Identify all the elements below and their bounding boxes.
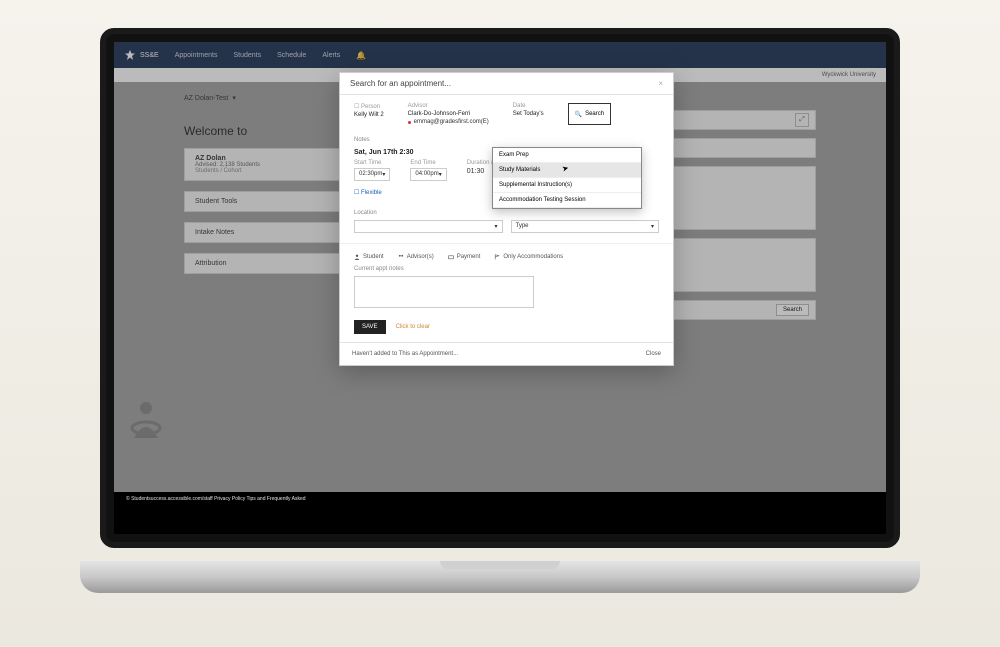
action-row: SAVE Click to clear [354, 320, 659, 334]
end-time-label: End Time [410, 160, 446, 166]
date-value: Set Today’s [513, 111, 544, 117]
type-select[interactable]: Type ▾ [511, 220, 660, 233]
laptop-notch [440, 561, 560, 569]
caret-icon: ▾ [494, 223, 497, 230]
search-icon: 🔍 [575, 111, 582, 118]
tab-label: Payment [457, 254, 481, 260]
tab-accommodations[interactable]: Only Accommodations [494, 254, 563, 260]
start-time-label: Start Time [354, 160, 390, 166]
people-icon [398, 254, 404, 260]
tab-label: Student [363, 254, 384, 260]
dropdown-option[interactable]: Accommodation Testing Session [493, 193, 641, 208]
search-button-label: Search [585, 111, 604, 117]
laptop-frame: SS&E Appointments Students Schedule Aler… [100, 28, 900, 593]
card-icon [448, 254, 454, 260]
end-time-value: 04:00pm [415, 171, 438, 178]
person-block: ☐ Person Kelly Wilt 2 [354, 103, 384, 125]
advisor-label: Advisor [408, 103, 489, 109]
appointment-modal: Search for an appointment... × ☐ Person … [339, 72, 674, 366]
close-icon[interactable]: × [658, 79, 663, 88]
save-button[interactable]: SAVE [354, 320, 386, 334]
type-value: Type [516, 223, 529, 230]
date-block: Date Set Today’s [513, 103, 544, 125]
person-icon [354, 254, 360, 260]
dropdown-option[interactable]: Exam Prep [493, 148, 641, 163]
notes-label: Notes [354, 137, 659, 143]
caret-icon: ▾ [439, 171, 442, 178]
start-time-col: Start Time 02:30pm▾ [354, 160, 390, 181]
flag-icon [494, 254, 500, 260]
location-label: Location [354, 210, 659, 216]
footer-text: Haven't added to This as Appointment... [352, 351, 458, 357]
end-time-select[interactable]: 04:00pm▾ [410, 168, 446, 181]
caret-icon: ▾ [651, 223, 654, 230]
tab-label: Advisor(s) [407, 254, 434, 260]
flexible-link[interactable]: ☐ Flexible [354, 189, 382, 196]
divider [340, 243, 673, 244]
person-label: ☐ Person [354, 103, 384, 110]
modal-header: Search for an appointment... × [340, 73, 673, 95]
laptop-screen: SS&E Appointments Students Schedule Aler… [100, 28, 900, 548]
tab-advisors[interactable]: Advisor(s) [398, 254, 434, 260]
notes-textarea[interactable] [354, 276, 534, 308]
dropdown-option[interactable]: Supplemental Instruction(s) [493, 178, 641, 193]
app-viewport: SS&E Appointments Students Schedule Aler… [114, 42, 886, 492]
modal-footer: Haven't added to This as Appointment... … [340, 342, 673, 365]
textarea-label: Current appt notes [354, 266, 659, 272]
tab-label: Only Accommodations [503, 254, 563, 260]
caret-icon: ▾ [382, 171, 385, 178]
person-value: Kelly Wilt 2 [354, 112, 384, 118]
footer-close-button[interactable]: Close [646, 351, 661, 357]
modal-title: Search for an appointment... [350, 79, 451, 88]
screen-black-bar: © Studentsuccess.accessible.com/staff Pr… [114, 492, 886, 534]
start-time-value: 02:30pm [359, 171, 382, 178]
tabs-row: Student Advisor(s) Payment Only Acc [354, 254, 659, 260]
modal-info-row: ☐ Person Kelly Wilt 2 Advisor Clark-Do-J… [354, 103, 659, 125]
tab-student[interactable]: Student [354, 254, 384, 260]
modal-search-button[interactable]: 🔍 Search [568, 103, 612, 125]
advisor-email: emmag@gradesfirst.com(E) [414, 119, 489, 125]
footer-fineprint: © Studentsuccess.accessible.com/staff Pr… [126, 496, 306, 502]
advisor-block: Advisor Clark-Do-Johnson-Ferri emmag@gra… [408, 103, 489, 125]
laptop-base [80, 561, 920, 593]
location-select[interactable]: ▾ [354, 220, 503, 233]
clear-link[interactable]: Click to clear [396, 324, 430, 330]
date-label: Date [513, 103, 544, 109]
notes-dropdown[interactable]: Exam Prep Study Materials Supplemental I… [492, 147, 642, 209]
advisor-email-row: emmag@gradesfirst.com(E) [408, 119, 489, 125]
start-time-select[interactable]: 02:30pm▾ [354, 168, 390, 181]
tab-payment[interactable]: Payment [448, 254, 481, 260]
advisor-value: Clark-Do-Johnson-Ferri [408, 111, 489, 117]
end-time-col: End Time 04:00pm▾ [410, 160, 446, 181]
status-dot-icon [408, 121, 411, 124]
